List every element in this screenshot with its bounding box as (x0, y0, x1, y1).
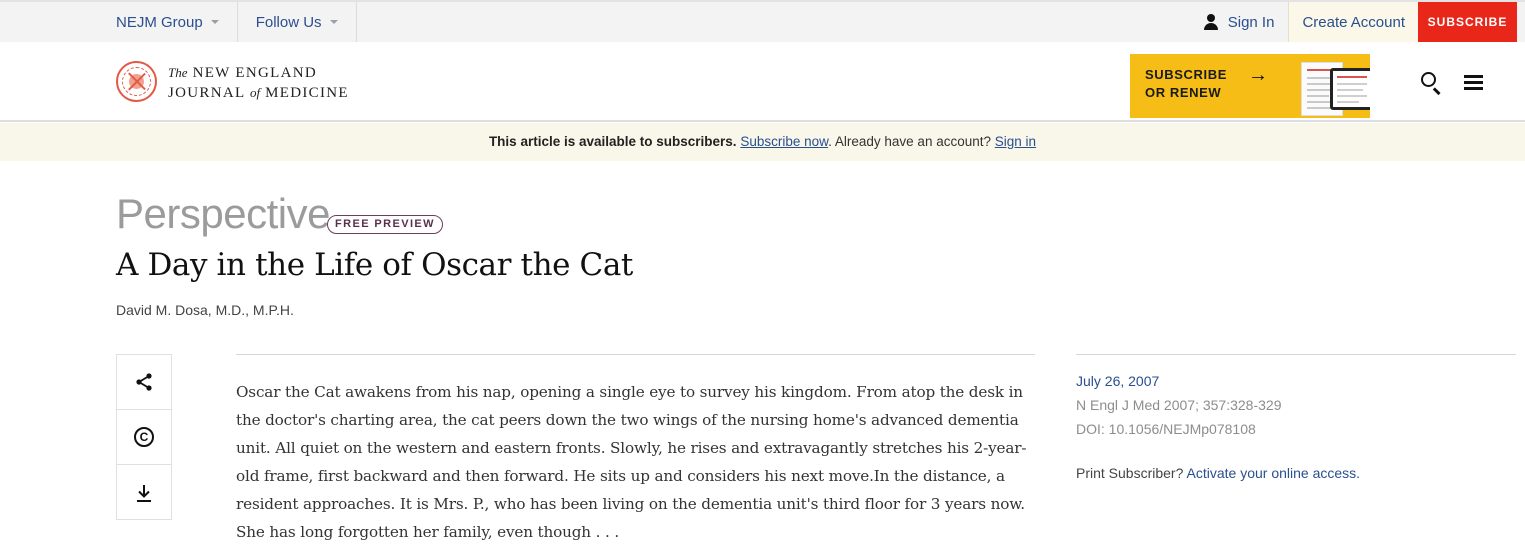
chevron-down-icon (329, 20, 338, 24)
article-title: A Day in the Life of Oscar the Cat (116, 247, 633, 283)
article-author[interactable]: David M. Dosa, M.D., M.P.H. (116, 302, 294, 318)
subscriber-notice: This article is available to subscribers… (0, 123, 1525, 161)
download-button[interactable] (117, 465, 171, 520)
subscribe-now-link[interactable]: Subscribe now (740, 134, 828, 149)
subscribe-renew-banner[interactable]: SUBSCRIBE OR RENEW → (1130, 54, 1370, 118)
wordmark-journal: JOURNAL (168, 85, 245, 101)
create-account-link[interactable]: Create Account (1288, 2, 1418, 42)
article-section-label[interactable]: Perspective (116, 190, 330, 238)
publication-date[interactable]: July 26, 2007 (1076, 373, 1159, 389)
arrow-right-icon: → (1248, 64, 1268, 86)
article-body-preview: Oscar the Cat awakens from his nap, open… (236, 383, 1027, 541)
sign-in-label: Sign In (1227, 13, 1275, 31)
nejm-seal-logo[interactable] (116, 61, 157, 102)
print-subscriber-prefix: Print Subscriber? (1076, 465, 1184, 481)
user-icon (1203, 14, 1218, 30)
subscribe-button[interactable]: SUBSCRIBE (1418, 2, 1517, 42)
doi: DOI: 10.1056/NEJMp078108 (1076, 421, 1256, 437)
share-button[interactable] (117, 355, 171, 410)
free-preview-badge: FREE PREVIEW (327, 215, 443, 234)
chevron-down-icon (210, 20, 219, 24)
follow-us-label: Follow Us (255, 13, 322, 31)
renew-line2: OR RENEW (1145, 85, 1222, 100)
wordmark-medicine: MEDICINE (265, 85, 349, 101)
share-icon (136, 373, 152, 391)
utility-left: NEJM Group Follow Us (98, 2, 357, 42)
wordmark-the: The (168, 65, 188, 80)
notice-lead: This article is available to subscribers… (488, 134, 737, 149)
notice-mid: . Already have an account? (828, 134, 991, 149)
tablet-device-image (1330, 68, 1370, 110)
renew-banner-text: SUBSCRIBE OR RENEW (1145, 66, 1227, 102)
meta-divider (1076, 354, 1516, 355)
masthead: The NEW ENGLAND JOURNAL of MEDICINE SUBS… (0, 42, 1525, 122)
nejm-group-menu[interactable]: NEJM Group (98, 2, 238, 42)
journal-wordmark[interactable]: The NEW ENGLAND JOURNAL of MEDICINE (168, 63, 349, 103)
copyright-icon: C (134, 427, 154, 447)
permissions-button[interactable]: C (117, 410, 171, 465)
utility-bar: NEJM Group Follow Us Sign In Create Acco… (0, 0, 1525, 42)
activate-online-access-link[interactable]: Activate your online access. (1187, 465, 1361, 481)
nejm-group-label: NEJM Group (116, 13, 203, 31)
print-subscriber-note: Print Subscriber? Activate your online a… (1076, 465, 1360, 481)
wordmark-line1: NEW ENGLAND (192, 65, 317, 81)
search-icon[interactable] (1421, 72, 1443, 95)
utility-right: Sign In Create Account SUBSCRIBE (1190, 2, 1517, 42)
hamburger-menu-icon[interactable] (1464, 75, 1483, 90)
follow-us-menu[interactable]: Follow Us (238, 2, 357, 42)
citation: N Engl J Med 2007; 357:328-329 (1076, 397, 1282, 413)
body-divider (236, 354, 1035, 355)
notice-sign-in-link[interactable]: Sign in (995, 134, 1036, 149)
wordmark-of: of (249, 85, 261, 100)
download-icon (137, 484, 151, 502)
sign-in-link[interactable]: Sign In (1190, 2, 1289, 42)
article-tools: C (116, 354, 172, 520)
renew-line1: SUBSCRIBE (1145, 67, 1227, 82)
create-account-label: Create Account (1302, 13, 1405, 31)
